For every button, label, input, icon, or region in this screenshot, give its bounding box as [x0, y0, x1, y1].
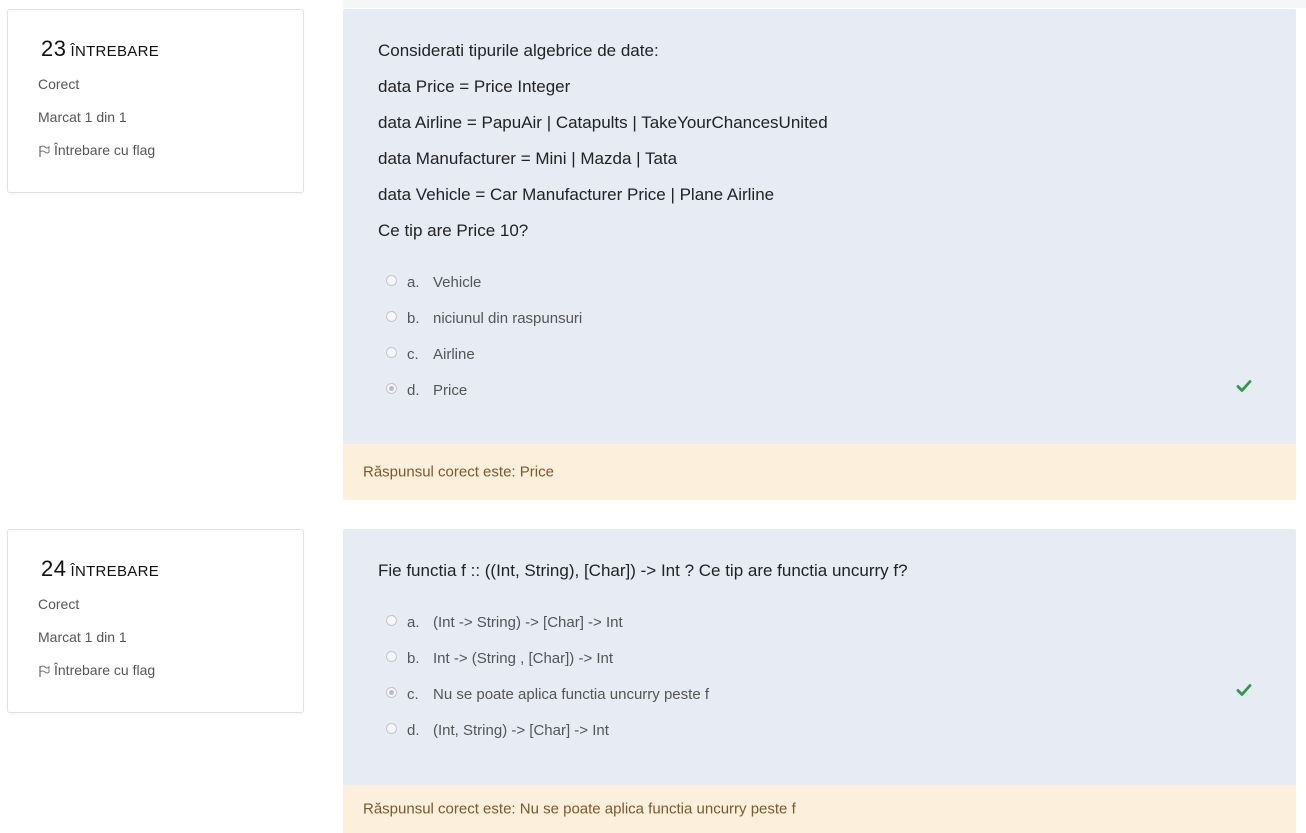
answer-letter: c.	[407, 345, 419, 363]
feedback-text: Răspunsul corect este: Nu se poate aplic…	[363, 800, 796, 818]
question-number-value: 23	[41, 36, 67, 61]
answer-option-d[interactable]: d. Price	[386, 379, 467, 401]
answer-text: (Int -> String) -> [Char] -> Int	[433, 613, 623, 631]
answer-option-c[interactable]: c. Nu se poate aplica functia uncurry pe…	[386, 683, 709, 705]
question-state: Corect	[38, 76, 80, 92]
question-text-line: Considerati tipurile algebrice de date:	[378, 41, 659, 60]
answer-radio[interactable]	[386, 346, 397, 358]
question-formulation-24: Fie functia f :: ((Int, String), [Char])…	[343, 529, 1296, 785]
question-formulation-23: Considerati tipurile algebrice de date: …	[343, 9, 1296, 444]
flag-icon	[39, 145, 50, 157]
question-text-line: Fie functia f :: ((Int, String), [Char])…	[378, 561, 908, 580]
flag-question-toggle[interactable]: Întrebare cu flag	[38, 661, 155, 678]
answer-letter: d.	[407, 721, 420, 739]
answer-radio[interactable]	[386, 310, 397, 322]
question-number: 24 ÎNTREBARE	[41, 556, 159, 582]
answer-text: Nu se poate aplica functia uncurry peste…	[433, 685, 709, 703]
question-label: ÎNTREBARE	[70, 43, 160, 60]
question-text-line: data Airline = PapuAir | Catapults | Tak…	[378, 113, 828, 132]
answer-radio-selected[interactable]	[386, 686, 397, 698]
answer-text: niciunul din raspunsuri	[433, 309, 583, 327]
question-info-24: 24 ÎNTREBARE Corect Marcat 1 din 1 Întreb…	[7, 529, 304, 713]
answer-option-d[interactable]: d. (Int, String) -> [Char] -> Int	[386, 719, 609, 741]
answer-letter: c.	[407, 685, 419, 703]
question-text-line: data Manufacturer = Mini | Mazda | Tata	[378, 149, 678, 168]
flag-label: Întrebare cu flag	[54, 141, 156, 158]
question-grade: Marcat 1 din 1	[38, 109, 127, 125]
answer-option-b[interactable]: b. niciunul din raspunsuri	[386, 307, 582, 329]
question-info-23: 23 ÎNTREBARE Corect Marcat 1 din 1 Întreb…	[7, 9, 304, 193]
page-top-shadow	[343, 0, 1306, 8]
flag-label: Întrebare cu flag	[54, 661, 156, 678]
answer-letter: a.	[407, 613, 420, 631]
answer-radio[interactable]	[386, 274, 397, 286]
question-number-value: 24	[41, 556, 67, 581]
answer-letter: b.	[407, 649, 420, 667]
answer-option-a[interactable]: a. (Int -> String) -> [Char] -> Int	[386, 611, 623, 633]
question-text-line: data Price = Price Integer	[378, 77, 571, 96]
answer-option-a[interactable]: a. Vehicle	[386, 271, 481, 293]
question-grade: Marcat 1 din 1	[38, 629, 127, 645]
check-icon	[1236, 684, 1252, 696]
answer-option-b[interactable]: b. Int -> (String , [Char]) -> Int	[386, 647, 613, 669]
answer-letter: a.	[407, 273, 420, 291]
question-text-line: Ce tip are Price 10?	[378, 221, 529, 240]
feedback-text: Răspunsul corect este: Price	[363, 463, 554, 481]
answer-radio[interactable]	[386, 722, 397, 734]
correct-answer-feedback-24: Răspunsul corect este: Nu se poate aplic…	[343, 785, 1296, 833]
flag-icon	[39, 665, 50, 677]
answer-option-c[interactable]: c. Airline	[386, 343, 475, 365]
question-state: Corect	[38, 596, 80, 612]
question-text-line: data Vehicle = Car Manufacturer Price | …	[378, 185, 775, 204]
answer-radio-selected[interactable]	[386, 382, 397, 394]
answer-text: Price	[433, 381, 468, 399]
flag-question-toggle[interactable]: Întrebare cu flag	[38, 141, 155, 158]
correct-answer-feedback-23: Răspunsul corect este: Price	[343, 444, 1296, 500]
answer-text: Airline	[433, 345, 475, 363]
answer-radio[interactable]	[386, 650, 397, 662]
answer-text: (Int, String) -> [Char] -> Int	[433, 721, 609, 739]
answer-text: Vehicle	[433, 273, 482, 291]
answer-radio[interactable]	[386, 614, 397, 626]
question-number: 23 ÎNTREBARE	[41, 36, 159, 62]
answer-text: Int -> (String , [Char]) -> Int	[433, 649, 614, 667]
check-icon	[1236, 380, 1252, 392]
answer-letter: d.	[407, 381, 420, 399]
answer-letter: b.	[407, 309, 420, 327]
question-label: ÎNTREBARE	[70, 563, 160, 580]
